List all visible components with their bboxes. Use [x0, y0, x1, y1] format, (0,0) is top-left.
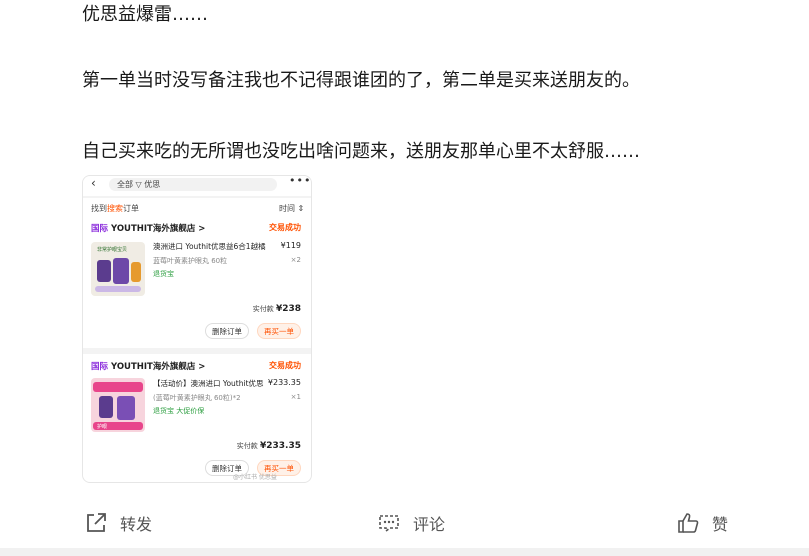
product-spec: 蓝莓叶黄素护眼丸 60粒	[153, 257, 228, 265]
box-base	[95, 286, 141, 292]
back-arrow-icon: ‹	[91, 176, 96, 190]
store-label: YOUTHIT海外旗舰店 >	[110, 362, 206, 372]
comment-button[interactable]: 评论	[377, 510, 445, 536]
product-qty: ×2	[290, 256, 301, 264]
paid-label: 实付款	[252, 305, 274, 313]
found-prefix: 找到	[91, 204, 107, 213]
more-icon: •••	[289, 175, 312, 187]
bottle-shape	[97, 260, 111, 282]
product-thumbnail: 护眼	[91, 378, 145, 432]
screenshot-search-box: 全部 ▽ 优思	[109, 178, 277, 191]
share-button[interactable]: 转发	[84, 510, 152, 536]
order-card: 国际 YOUTHIT海外旗舰店 > 交易成功 非常护眼宝贝 澳洲进口 Youth…	[83, 216, 311, 348]
bottle-shape	[113, 258, 129, 284]
found-orders-label: 找到搜索订单	[91, 203, 139, 214]
product-price: ¥233.35	[267, 378, 301, 387]
guarantee-label: 退货宝 大促价保	[153, 407, 205, 415]
share-label: 转发	[120, 515, 153, 534]
store-name: 国际 YOUTHIT海外旗舰店 >	[91, 222, 205, 234]
time-filter: 时间 ⇕	[279, 204, 305, 213]
post-paragraph-2: 第一单当时没写备注我也不记得跟谁团的了，第二单是买来送朋友的。	[82, 70, 640, 91]
bottle-shape	[131, 262, 141, 282]
banner-shape	[93, 382, 143, 392]
found-suffix: 订单	[123, 204, 139, 213]
product-name: 澳洲进口 Youthit优思益6合1越橘	[153, 242, 266, 251]
thumb-label: 护眼	[97, 424, 108, 430]
paid-value: ¥238	[275, 304, 301, 314]
guarantee-label: 退货宝	[153, 270, 174, 278]
order-card: 国际 YOUTHIT海外旗舰店 > 交易成功 护眼 【活动价】澳洲进口 Yout…	[83, 354, 311, 482]
order-screenshot-image[interactable]: ‹ 全部 ▽ 优思 ••• 找到搜索订单 时间 ⇕ 国际 YOUTHIT海外旗舰…	[82, 175, 312, 483]
share-icon	[87, 513, 106, 532]
like-label: 赞	[712, 515, 729, 534]
comment-label: 评论	[413, 515, 446, 534]
product-qty: ×1	[290, 393, 301, 401]
post-paragraph-1: 优思益爆雷……	[82, 4, 208, 25]
found-highlight: 搜索	[107, 204, 123, 213]
comment-icon	[379, 515, 399, 533]
product-thumbnail: 非常护眼宝贝	[91, 242, 145, 296]
post-paragraph-3: 自己买来吃的无所谓也没吃出啥问题来，送朋友那单心里不太舒服……	[82, 141, 640, 162]
order-status: 交易成功	[269, 223, 301, 232]
rebuy-button: 再买一单	[257, 323, 301, 339]
paid-value: ¥233.35	[260, 441, 301, 451]
bottle-shape	[117, 396, 135, 420]
like-button[interactable]: 赞	[676, 510, 728, 536]
product-price: ¥119	[280, 241, 301, 250]
delete-order-button: 删除订单	[205, 323, 249, 339]
thumbs-up-icon	[678, 513, 699, 533]
paid-amount: 实付款 ¥238	[253, 304, 301, 314]
paid-label: 实付款	[236, 442, 258, 450]
store-name: 国际 YOUTHIT海外旗舰店 >	[91, 360, 205, 372]
section-divider	[0, 548, 809, 556]
store-tag: 国际	[91, 224, 109, 234]
bottle-shape	[99, 396, 113, 418]
product-spec: (蓝莓叶黄素护眼丸 60粒)*2	[153, 394, 241, 402]
paid-amount: 实付款 ¥233.35	[237, 441, 301, 451]
order-status: 交易成功	[269, 361, 301, 370]
product-name: 【活动价】澳洲进口 Youthit优思	[153, 379, 264, 388]
thumb-label: 非常护眼宝贝	[97, 247, 128, 253]
watermark: @小红书 优思益	[233, 474, 277, 481]
store-label: YOUTHIT海外旗舰店 >	[110, 224, 206, 234]
store-tag: 国际	[91, 362, 109, 372]
